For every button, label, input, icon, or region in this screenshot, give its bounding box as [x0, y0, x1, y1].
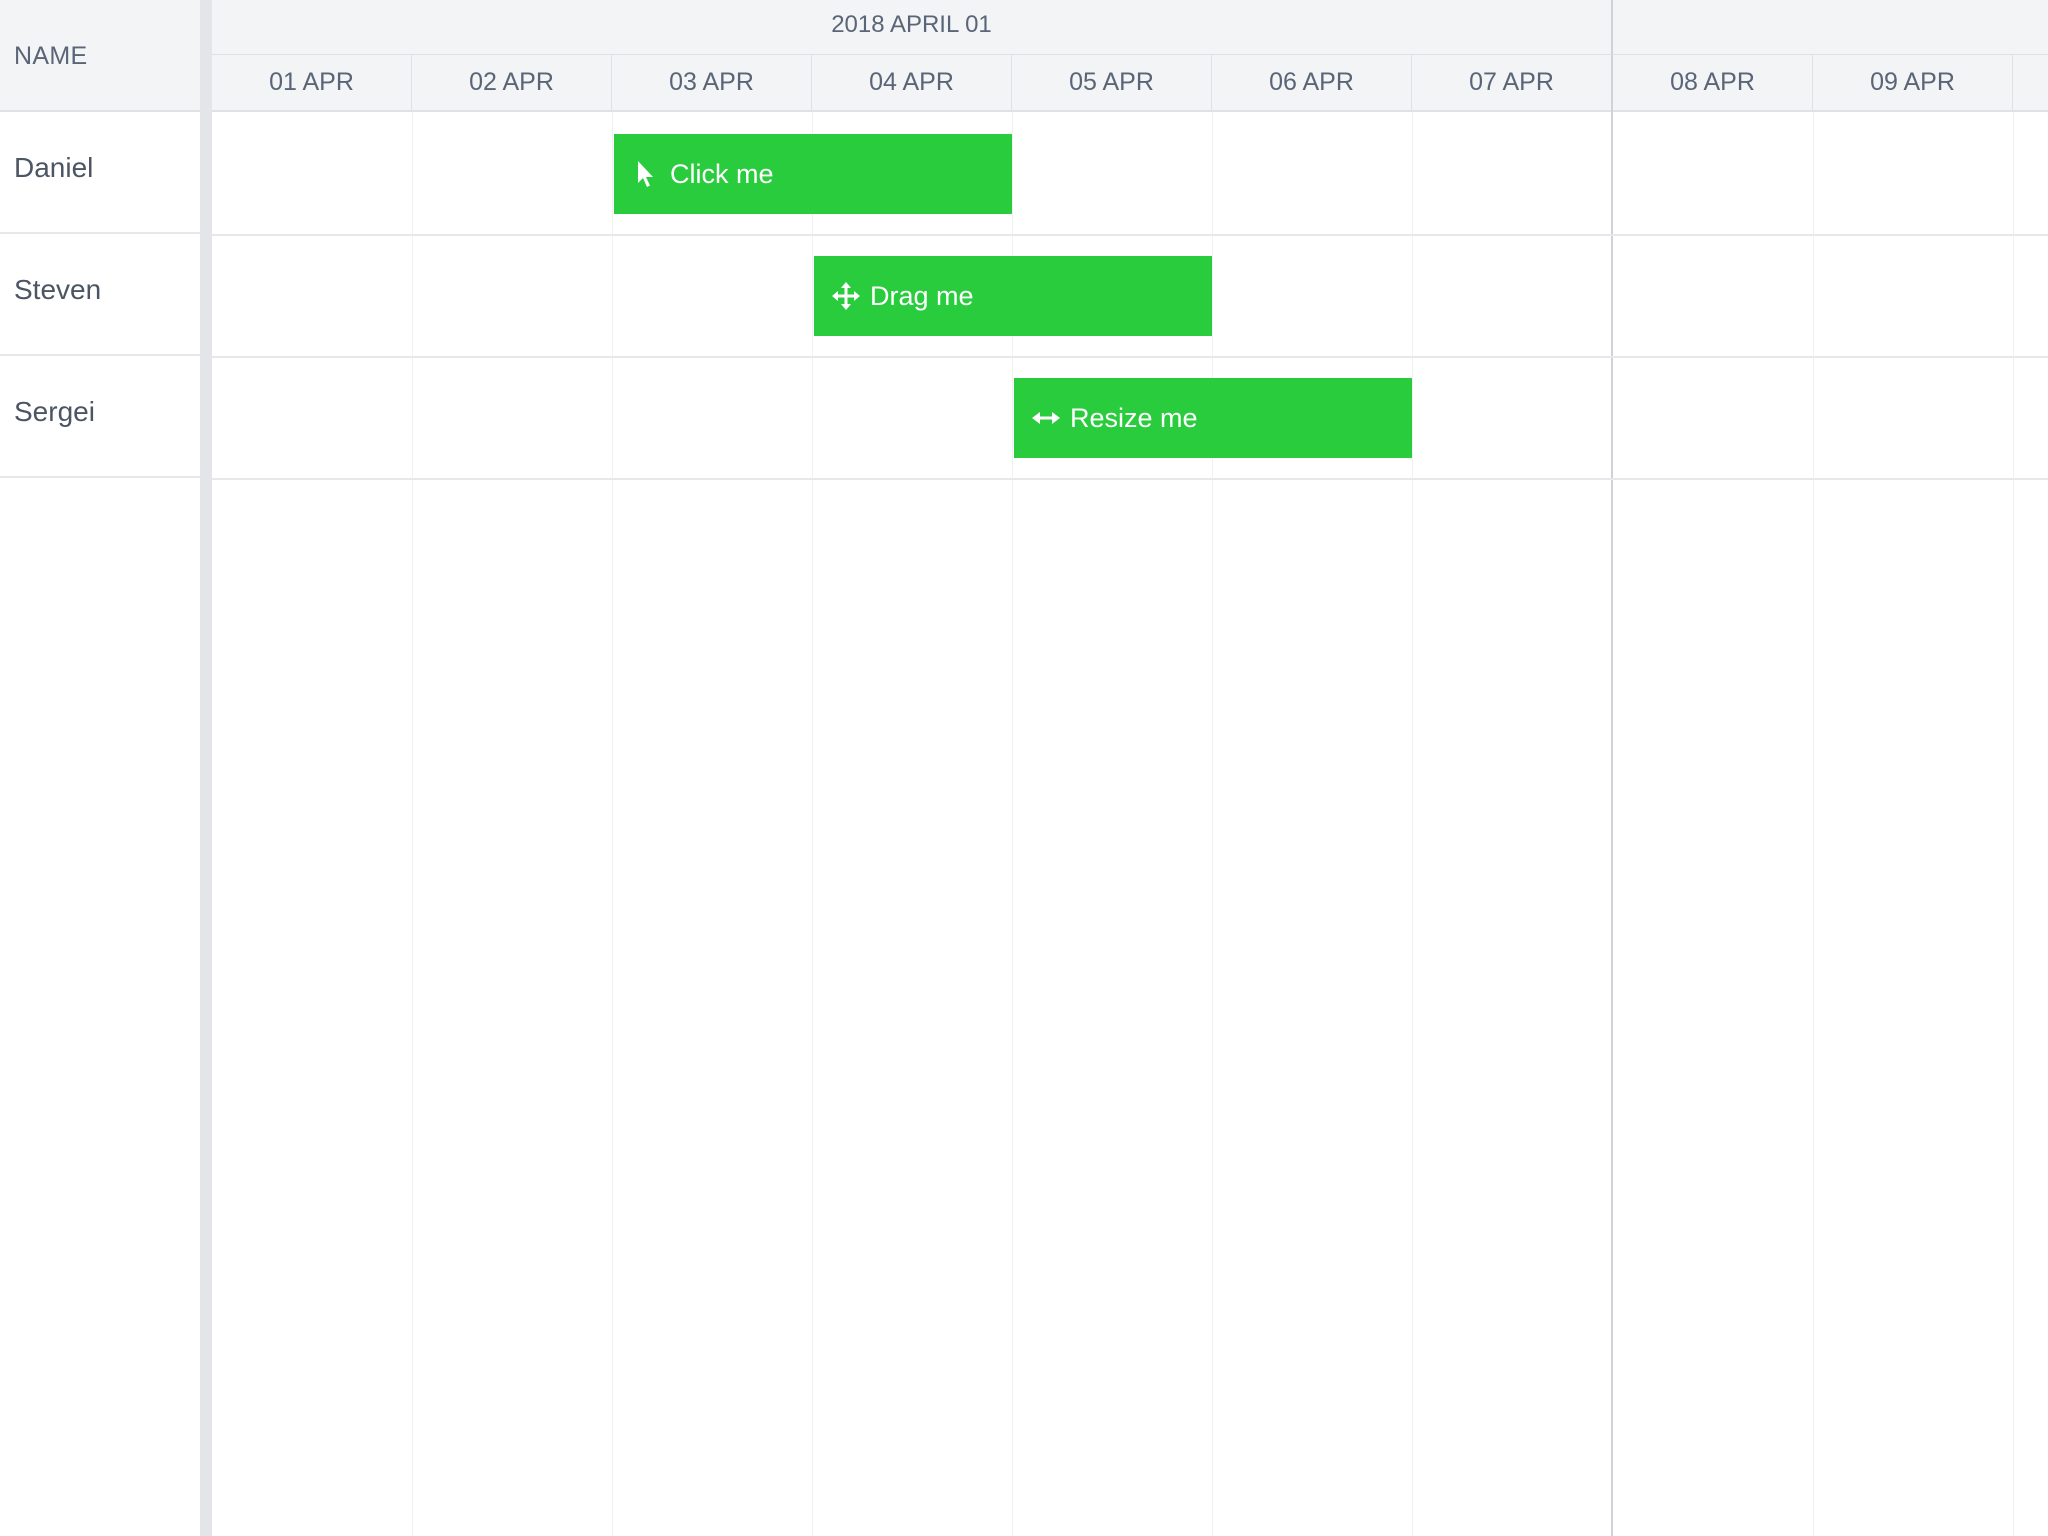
- grid-column-line: [1412, 112, 1413, 1536]
- event-drag-me[interactable]: Drag me: [814, 256, 1212, 336]
- day-header: 06 APR: [1212, 55, 1412, 112]
- grid-column-line: [612, 112, 613, 1536]
- day-header: 09 APR: [1813, 55, 2013, 112]
- name-column-header[interactable]: NAME: [0, 0, 200, 112]
- event-click-me[interactable]: Click me: [614, 134, 1012, 214]
- day-header: 07 APR: [1412, 55, 1613, 112]
- resource-name-column: NAME Daniel Steven Sergei: [0, 0, 200, 1536]
- grid-column-line: [812, 112, 813, 1536]
- grid-column-line: [1813, 112, 1814, 1536]
- grid-column-line: [412, 112, 413, 1536]
- day-header: 03 APR: [612, 55, 812, 112]
- day-header: 05 APR: [1012, 55, 1212, 112]
- day-header: 04 APR: [812, 55, 1012, 112]
- grid-column-line: [2013, 112, 2014, 1536]
- resource-row-daniel[interactable]: Daniel: [0, 112, 200, 234]
- day-header: 02 APR: [412, 55, 612, 112]
- week-header: 2018 APRIL 01: [212, 0, 1613, 55]
- grid-row-line: [212, 356, 2048, 358]
- schedule-area[interactable]: 2018 APRIL 01 01 APR 02 APR 03 APR 04 AP…: [212, 0, 2048, 1536]
- grid-column-line: [1212, 112, 1213, 1536]
- move-arrows-icon: [830, 280, 862, 312]
- resource-name: Daniel: [14, 152, 94, 183]
- event-resize-me[interactable]: Resize me: [1014, 378, 1412, 458]
- column-splitter[interactable]: [200, 0, 212, 1536]
- resource-row-steven[interactable]: Steven: [0, 234, 200, 356]
- resize-arrows-icon: [1030, 402, 1062, 434]
- grid-row-line: [212, 234, 2048, 236]
- event-label: Click me: [670, 159, 774, 189]
- resource-name: Sergei: [14, 396, 95, 427]
- event-label: Drag me: [870, 281, 974, 311]
- day-header: 08 APR: [1613, 55, 1813, 112]
- time-axis-header: 2018 APRIL 01 01 APR 02 APR 03 APR 04 AP…: [212, 0, 2048, 112]
- event-label: Resize me: [1070, 403, 1198, 433]
- day-header: 01 APR: [212, 55, 412, 112]
- week-boundary-line: [1611, 112, 1613, 1536]
- resource-name: Steven: [14, 274, 102, 305]
- pointer-icon: [630, 158, 662, 190]
- name-header-label: NAME: [14, 42, 88, 70]
- week-header-next: [1613, 0, 2048, 55]
- resource-row-sergei[interactable]: Sergei: [0, 356, 200, 478]
- grid-row-line: [212, 478, 2048, 480]
